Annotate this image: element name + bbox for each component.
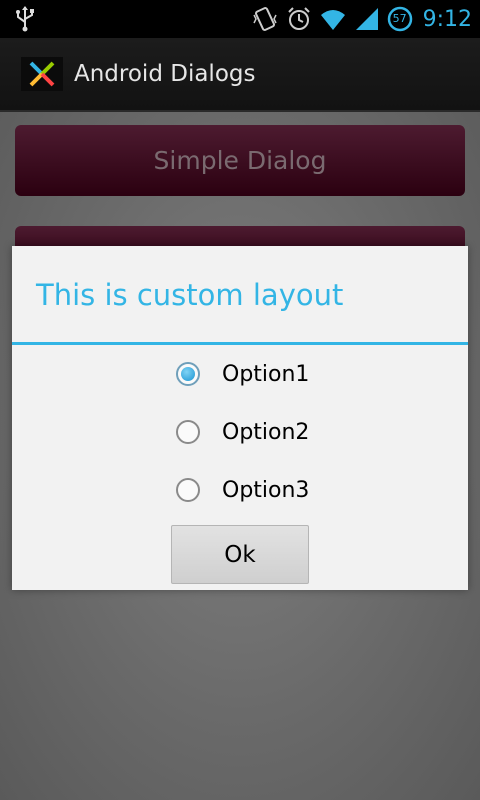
app-title: Android Dialogs bbox=[74, 61, 256, 87]
signal-icon bbox=[355, 8, 378, 30]
radio-option-2[interactable]: Option2 bbox=[176, 412, 309, 452]
battery-level: 57 bbox=[392, 12, 407, 25]
action-bar: Android Dialogs bbox=[0, 38, 480, 112]
usb-icon bbox=[16, 6, 34, 32]
wifi-icon bbox=[320, 10, 345, 30]
radio-label: Option3 bbox=[222, 477, 310, 503]
custom-dialog: This is custom layout Option1 Option2 Op… bbox=[12, 246, 468, 590]
dialog-divider bbox=[12, 342, 468, 345]
status-bar: 57 9:12 bbox=[0, 0, 480, 38]
radio-label: Option1 bbox=[222, 361, 310, 387]
x-logo-icon[interactable] bbox=[21, 57, 63, 91]
radio-button[interactable] bbox=[176, 478, 200, 502]
radio-option-1[interactable]: Option1 bbox=[176, 354, 309, 394]
radio-label: Option2 bbox=[222, 419, 310, 445]
radio-button-checked[interactable] bbox=[176, 362, 200, 386]
clock: 9:12 bbox=[422, 6, 472, 32]
radio-option-3[interactable]: Option3 bbox=[176, 470, 309, 510]
vibrate-icon bbox=[252, 7, 277, 31]
simple-dialog-button[interactable]: Simple Dialog bbox=[15, 125, 465, 196]
battery-icon: 57 bbox=[387, 6, 413, 32]
radio-button[interactable] bbox=[176, 420, 200, 444]
ok-button[interactable]: Ok bbox=[171, 525, 309, 584]
dialog-title: This is custom layout bbox=[36, 278, 344, 312]
alarm-icon bbox=[287, 7, 310, 30]
